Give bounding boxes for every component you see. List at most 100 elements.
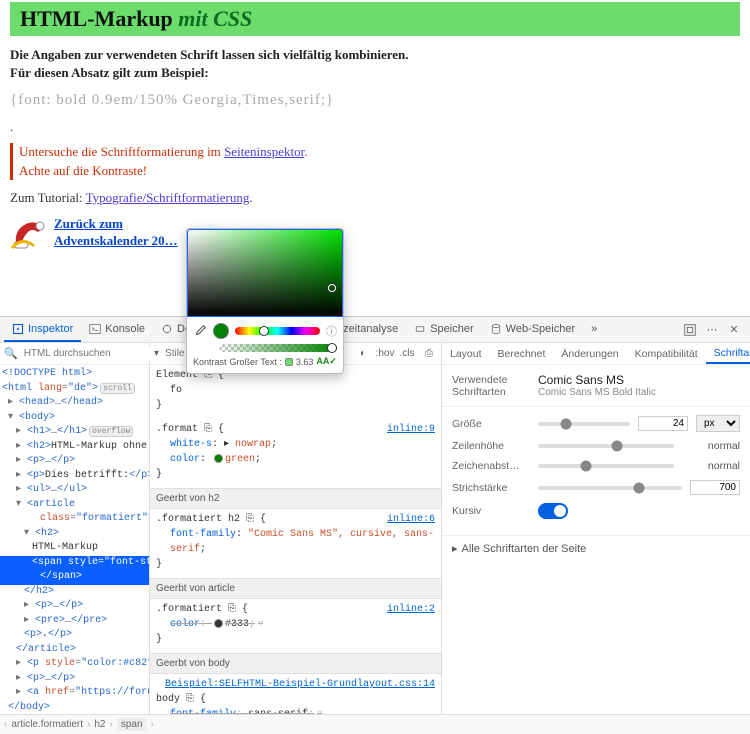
dom-node: ▸ <a href="https://forum.selfhtml.org/ad…: [0, 686, 149, 701]
breadcrumb-bar[interactable]: ‹ article.formatiert› h2› span ›: [0, 714, 750, 734]
size-label: Größe: [452, 418, 530, 430]
css-rule[interactable]: inline:9.format ⎘ {white-s: ▸ nowrap;col…: [150, 419, 441, 488]
styles-rules-list[interactable]: Element ⎘ {fo}inline:9.format ⎘ {white-s…: [150, 365, 441, 714]
sidebar-tab-layout[interactable]: Layout: [442, 343, 490, 364]
css-rule[interactable]: inline:6.formatiert h2 ⎘ {font-family: "…: [150, 509, 441, 578]
tab-storage[interactable]: Web-Speicher: [482, 317, 584, 342]
letterspacing-label: Zeichenabst…: [452, 460, 530, 472]
santa-hat-icon: [10, 216, 46, 252]
dom-node: ▸ <ul>…</ul>: [0, 483, 149, 498]
link-tutorial[interactable]: Typografie/Schriftformatierung: [86, 190, 250, 205]
dom-node: ▸ <p>…</p>: [0, 672, 149, 687]
page-heading-banner: HTML-Markup mit CSS: [10, 2, 740, 36]
dom-node: ▸ <p>…</p>: [0, 599, 149, 614]
lineheight-slider[interactable]: [538, 444, 674, 448]
dom-node: ▾ <articleclass="formatiert">: [0, 498, 149, 527]
crumb-current[interactable]: span: [117, 718, 147, 731]
crumb[interactable]: h2: [94, 719, 105, 730]
inherited-from-header: Geerbt von article: [150, 578, 441, 599]
search-icon: 🔍: [4, 347, 18, 360]
dom-node: </article>: [0, 643, 149, 658]
rule-source-link[interactable]: inline:9: [387, 422, 435, 437]
callout-block: Untersuche die Schriftformatierung im Se…: [10, 143, 740, 179]
rule-source-link[interactable]: inline:2: [387, 602, 435, 617]
dom-node: ▾ <body>: [0, 411, 149, 426]
class-icon[interactable]: .cls: [399, 346, 415, 362]
weight-input[interactable]: [690, 480, 740, 495]
used-fonts-label: Verwendete Schriftarten: [452, 374, 530, 398]
color-picker-popup[interactable]: ⓘ Kontrast Großer Text : 3.63 AA✓: [186, 228, 344, 374]
intro-text: Die Angaben zur verwendeten Schrift lass…: [10, 46, 740, 82]
italic-toggle[interactable]: [538, 503, 568, 519]
dom-node: <p>.</p>: [0, 628, 149, 643]
chevron-left-icon[interactable]: ‹: [4, 719, 7, 730]
tab-console[interactable]: Konsole: [81, 317, 153, 342]
light-dark-icon[interactable]: ◐: [355, 346, 371, 362]
weight-label: Strichstärke: [452, 482, 530, 494]
filter-icon: ▾: [154, 348, 159, 359]
size-slider[interactable]: [538, 422, 630, 426]
link-adventskalender[interactable]: Zurück zumAdventskalender 20…: [54, 216, 178, 250]
sidebar-tab-changes[interactable]: Änderungen: [553, 343, 626, 364]
dom-tree[interactable]: <!DOCTYPE html> <html lang="de">scroll ▸…: [0, 365, 149, 714]
dom-node: </body>: [0, 701, 149, 715]
dom-node: ▸ <h2>HTML-Markup ohne CSS</h2>overflow: [0, 440, 149, 455]
dom-node: ▸ <pre>…</pre>: [0, 614, 149, 629]
size-unit-select[interactable]: px: [696, 415, 740, 432]
sidebar-tab-computed[interactable]: Berechnet: [490, 343, 554, 364]
dom-node: ▸ <head>…</head>: [0, 396, 149, 411]
close-icon[interactable]: ✕: [726, 322, 742, 338]
font-family-name: Comic Sans MS: [538, 373, 740, 387]
inherited-from-header: Geerbt von body: [150, 653, 441, 674]
code-example: {font: bold 0.9em/150% Georgia,Times,ser…: [10, 92, 740, 109]
sidebar-tab-compat[interactable]: Kompatibilität: [627, 343, 706, 364]
lineheight-value: normal: [682, 440, 740, 452]
contrast-info: Kontrast Großer Text : 3.63 AA✓: [187, 352, 343, 367]
alpha-slider[interactable]: [219, 344, 337, 352]
rule-source-link[interactable]: Beispiel:SELFHTML-Beispiel-Grundlayout.c…: [165, 677, 435, 692]
dom-node: ▸ <p>Dies betrifft:</p>: [0, 469, 149, 484]
link-seiteninspektor[interactable]: Seiteninspektor: [224, 144, 304, 159]
dom-node: ▸ <p style="color:#c82f04; border-left: …: [0, 657, 149, 672]
dom-node-selected: <span style="font-style: italic;">mit CS…: [0, 556, 149, 585]
dom-node: <html lang="de">scroll: [0, 382, 149, 397]
weight-slider[interactable]: [538, 486, 682, 490]
inherited-from-header: Geerbt von h2: [150, 488, 441, 509]
hover-icon[interactable]: :hov: [377, 346, 393, 362]
tab-overflow[interactable]: »: [583, 317, 605, 342]
dom-node: ▸ <h1>…</h1>overflow: [0, 425, 149, 440]
dom-node: HTML-Markup: [0, 541, 149, 556]
dom-node: </h2>: [0, 585, 149, 600]
letterspacing-value: normal: [682, 460, 740, 472]
tutorial-line: Zum Tutorial: Typografie/Schriftformatie…: [10, 190, 740, 206]
dom-node: <!DOCTYPE html>: [0, 367, 149, 382]
hue-slider[interactable]: [235, 327, 320, 335]
crumb[interactable]: article.formatiert: [11, 719, 83, 730]
page-title: HTML-Markup mit CSS: [20, 6, 252, 31]
letterspacing-slider[interactable]: [538, 464, 674, 468]
dot-paragraph: .: [10, 119, 740, 135]
page-title-emphasis: mit CSS: [178, 6, 252, 31]
font-variant-name: Comic Sans MS Bold Italic: [538, 387, 740, 398]
tab-inspector[interactable]: Inspektor: [4, 317, 81, 342]
print-icon[interactable]: ⎙: [421, 346, 437, 362]
eyedropper-icon[interactable]: [193, 324, 207, 338]
css-rule[interactable]: inline:2.formatiert ⎘ {color: #333;▿}: [150, 599, 441, 653]
dom-search-input[interactable]: [22, 346, 158, 361]
dom-node: ▸ <p>…</p>: [0, 454, 149, 469]
info-icon[interactable]: ⓘ: [326, 323, 337, 339]
dom-node: ▾ <h2>: [0, 527, 149, 542]
lineheight-label: Zeilenhöhe: [452, 440, 530, 452]
iframe-picker-icon[interactable]: [682, 322, 698, 338]
saturation-field[interactable]: [187, 229, 343, 317]
devtools-panel: Inspektor Konsole Deb lbearbeitung Laufz…: [0, 316, 750, 734]
sidebar-tab-fonts[interactable]: Schriftarten ▾: [706, 343, 750, 364]
css-rule[interactable]: Beispiel:SELFHTML-Beispiel-Grundlayout.c…: [150, 674, 441, 714]
tab-memory[interactable]: Speicher: [406, 317, 481, 342]
more-icon[interactable]: ⋯: [704, 322, 720, 338]
size-input[interactable]: [638, 416, 688, 431]
chevron-right-icon[interactable]: ›: [151, 719, 154, 730]
rule-source-link[interactable]: inline:6: [387, 512, 435, 527]
all-fonts-expander[interactable]: ▸ Alle Schriftarten der Seite: [442, 535, 750, 561]
italic-label: Kursiv: [452, 505, 530, 517]
